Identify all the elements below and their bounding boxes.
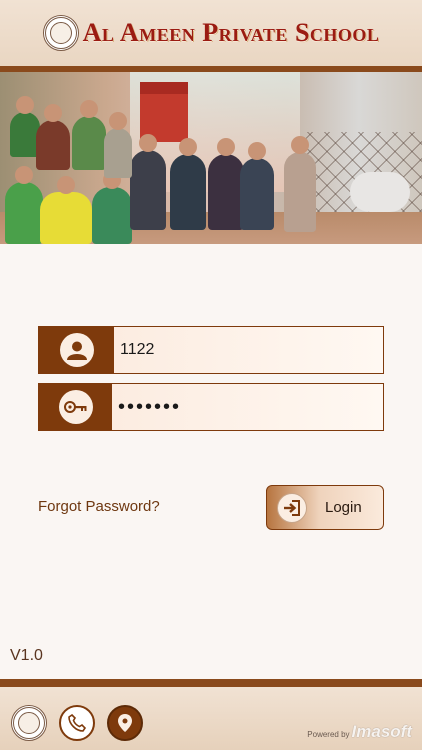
- login-button-label: Login: [325, 499, 362, 516]
- login-arrow-icon: [277, 492, 307, 523]
- phone-icon[interactable]: [59, 705, 95, 741]
- brand-logo: Imasoft: [351, 722, 412, 741]
- version-label: V1.0: [10, 647, 43, 664]
- school-name-title: Al Ameen Private School: [82, 18, 380, 47]
- school-logo-icon: [42, 15, 79, 51]
- app-header: Al Ameen Private School: [0, 0, 422, 66]
- user-icon: [59, 333, 94, 367]
- powered-by: Powered by Imasoft: [307, 722, 412, 742]
- password-field: [38, 383, 384, 431]
- forgot-password-link[interactable]: Forgot Password?: [38, 498, 160, 515]
- footer-divider: [0, 679, 422, 687]
- powered-by-label: Powered by: [307, 730, 350, 739]
- key-icon: [58, 390, 93, 424]
- username-field: [38, 326, 384, 374]
- app-footer: Powered by Imasoft: [0, 687, 422, 750]
- username-input[interactable]: [114, 327, 383, 373]
- school-banner-image: [0, 72, 422, 244]
- school-logo-icon[interactable]: [11, 705, 47, 741]
- password-input[interactable]: [112, 384, 383, 430]
- map-pin-icon[interactable]: [107, 705, 143, 741]
- login-button[interactable]: Login: [266, 485, 384, 530]
